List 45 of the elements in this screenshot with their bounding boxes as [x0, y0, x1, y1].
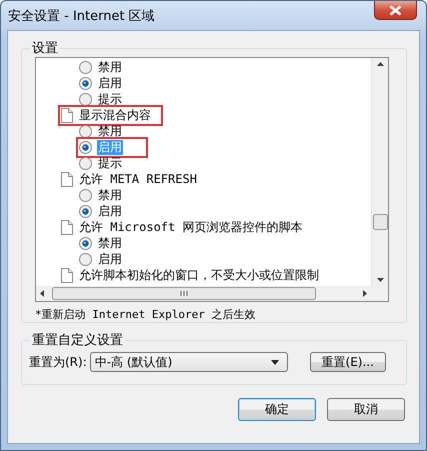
- option-label[interactable]: 禁用: [97, 60, 123, 74]
- radio-button[interactable]: [79, 92, 92, 106]
- option-label[interactable]: 启用: [97, 204, 123, 218]
- dialog-button[interactable]: 取消: [327, 398, 405, 421]
- radio-button[interactable]: [79, 236, 92, 250]
- option-label[interactable]: 提示: [97, 92, 123, 106]
- option-label[interactable]: 禁用: [97, 236, 123, 250]
- highlighted-tree-heading[interactable]: 显示混合内容: [61, 108, 160, 122]
- close-icon: [389, 4, 402, 16]
- document-icon: [61, 172, 73, 186]
- option-label[interactable]: 提示: [97, 156, 123, 170]
- radio-button[interactable]: [79, 204, 92, 218]
- option-label[interactable]: 启用: [97, 76, 123, 90]
- radio-button[interactable]: [79, 140, 92, 154]
- scroll-thumb[interactable]: [372, 214, 388, 230]
- radio-button[interactable]: [79, 76, 92, 90]
- option-label[interactable]: 禁用: [97, 188, 123, 202]
- tree-heading[interactable]: 允许 Microsoft 网页浏览器控件的脚本: [61, 220, 304, 234]
- group-label: 重置自定义设置: [31, 332, 124, 349]
- scroll-down-icon[interactable]: [376, 278, 384, 282]
- radio-button[interactable]: [79, 60, 92, 74]
- scroll-up-icon[interactable]: [376, 62, 384, 66]
- option-label[interactable]: 禁用: [97, 124, 123, 138]
- radio-button[interactable]: [79, 124, 92, 138]
- reset-button[interactable]: 重置(E)...: [310, 352, 386, 372]
- window-title: 安全设置 - Internet 区域: [7, 8, 155, 24]
- radio-button[interactable]: [79, 188, 92, 202]
- scroll-right-icon[interactable]: [363, 290, 367, 297]
- document-icon: [61, 268, 73, 282]
- document-icon: [61, 220, 73, 234]
- radio-button[interactable]: [79, 252, 92, 266]
- restart-note: *重新启动 Internet Explorer 之后生效: [35, 307, 256, 322]
- close-button[interactable]: [374, 1, 417, 20]
- group-label: 设置: [31, 40, 59, 57]
- reset-to-label: 重置为(R):: [29, 354, 87, 370]
- dropdown-arrow-icon: [270, 360, 279, 364]
- dialog-button[interactable]: 确定: [238, 398, 316, 421]
- radio-button[interactable]: [79, 156, 92, 170]
- document-icon: [61, 108, 73, 122]
- scroll-left-icon[interactable]: [40, 290, 44, 297]
- tree-heading[interactable]: 允许脚本初始化的窗口，不受大小或位置限制: [61, 268, 320, 282]
- tree-heading[interactable]: 允许 META REFRESH: [61, 172, 198, 186]
- scroll-thumb[interactable]: [52, 287, 316, 300]
- reset-level-dropdown[interactable]: 中-高 (默认值): [90, 352, 288, 372]
- option-label[interactable]: 启用: [97, 252, 123, 266]
